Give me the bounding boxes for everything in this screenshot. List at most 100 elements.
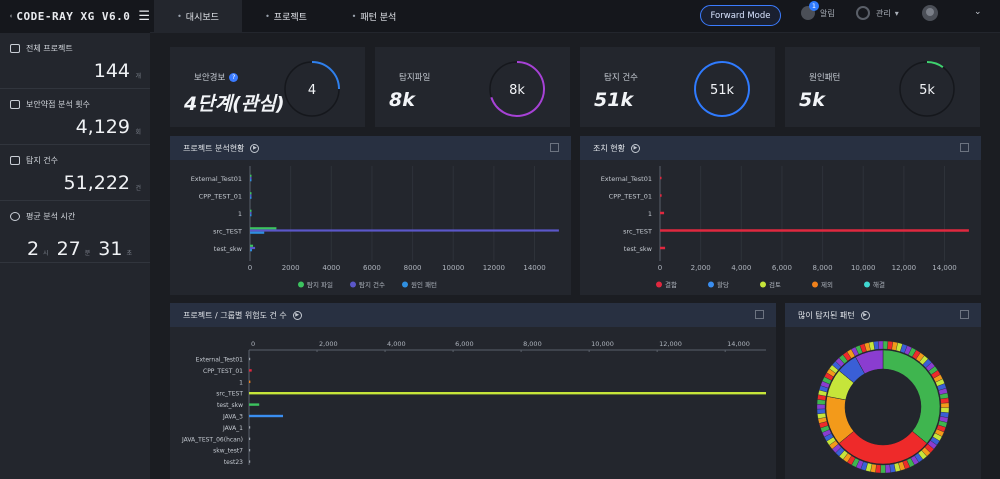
kpi-value: 4단계(관심) [184,93,285,115]
bar-chart-icon [10,100,20,109]
bar [660,211,665,215]
y-category-label: CPP_TEST_01 [199,193,242,201]
nav-tabs: • 대시보드 • 프로젝트 • 패턴 분석 [154,0,418,33]
outer-ring-slice [940,407,950,413]
outer-ring-slice [885,464,891,474]
kpi-label: 탐지 건수 [604,73,638,83]
x-tick-label: 6000 [363,264,381,272]
legend-label: 검토 [769,281,781,289]
action-status-chart: 0 2,000 4,000 6,000 8,000 10,000 12,000 14,000 E… [601,166,969,289]
x-tick-label: 8,000 [813,264,833,272]
stat-detection-count: 탐지 건수 51,222 건 [0,145,150,201]
x-tick-label: 8000 [404,264,422,272]
legend-marker [708,281,714,288]
external-link-icon[interactable] [960,310,969,319]
top-patterns-chart [816,340,950,474]
dot-icon: • [177,11,182,21]
x-tick-label: 0 [658,264,662,272]
outer-ring-slice [940,402,950,408]
kpi-label: 탐지파일 [399,73,431,83]
x-tick-label: 4,000 [731,264,751,272]
legend-label: 제외 [821,281,833,289]
bar [249,403,260,406]
y-category-label: CPP_TEST_01 [609,193,652,201]
legend-label: 탐지 파일 [307,280,333,289]
bar [250,246,256,250]
x-tick-label: 2,000 [319,340,338,348]
legend-label: 원인 패턴 [411,280,437,289]
y-category-label: JAVA_3 [222,414,243,421]
x-tick-label: 0 [248,264,252,272]
avatar[interactable] [922,5,938,21]
tab-dashboard[interactable]: • 대시보드 [154,0,242,33]
help-icon[interactable]: ? [229,72,239,82]
legend-marker [864,281,870,288]
tab-label: 프로젝트 [273,12,307,23]
stat-label: 보안약점 분석 횟수 [26,100,90,109]
bar [249,449,251,452]
y-category-label: test_skw [217,402,243,409]
kpi-security-alert: 보안경보? 4단계(관심) 4 [170,47,365,127]
seconds-unit: 초 [126,250,132,257]
forward-mode-button[interactable]: Forward Mode [700,5,781,26]
ring-value: 8k [509,83,525,98]
bar [249,437,251,440]
outer-ring-slice [878,340,884,350]
kpi-ring: 51k [694,61,751,117]
external-link-icon[interactable] [755,310,764,319]
x-tick-label: 14000 [523,264,545,272]
stat-value: 51,222 [63,172,130,194]
hours-unit: 시 [43,250,49,257]
x-tick-label: 6,000 [772,264,792,272]
legend-marker [402,281,408,288]
tab-pattern-analysis[interactable]: • 패턴 분석 [330,0,418,33]
y-category-label: 1 [238,210,242,218]
tab-label: 패턴 분석 [360,12,397,23]
y-category-label: skw_test7 [213,448,243,455]
logo[interactable]: CODE-RAY XG V6.0 ☰ [0,0,150,33]
legend-marker [812,281,818,288]
stat-label: 전체 프로젝트 [26,44,73,53]
clock-icon [10,212,20,221]
outer-ring-slice [940,397,950,404]
top-bar: CODE-RAY XG V6.0 ☰ • 대시보드 • 프로젝트 • 패턴 분석 Fo… [0,0,1000,33]
chevron-down-icon: ▾ [894,8,899,18]
play-icon[interactable]: ▶ [860,310,870,320]
bell-icon: 1 [801,1,819,20]
minutes-value: 27 [56,238,81,260]
alarm-button[interactable]: 1 알림 [801,1,835,20]
play-icon[interactable]: ▶ [250,143,260,153]
outer-ring-slice [816,404,826,410]
kpi-value: 8k [389,89,415,111]
copy-icon [10,44,20,53]
panel-risk-by-group: 프로젝트 / 그룹별 위험도 건 수 ▶ 0 2,000 4,000 6,000 8,00… [170,303,776,479]
user-menu-chevron-icon[interactable]: ⌄ [974,7,982,17]
play-icon[interactable]: ▶ [630,143,640,153]
bar [250,227,277,230]
y-category-label: External_Test01 [601,175,652,183]
stat-unit: 건 [135,185,141,192]
panel-title: 프로젝트 / 그룹별 위험도 건 수 [183,310,287,320]
y-category-label: 1 [239,379,243,386]
manage-menu[interactable]: 관리 ▾ [856,6,899,20]
play-icon[interactable]: ▶ [292,310,302,320]
y-category-label: JAVA_1 [222,425,243,432]
bar [249,414,284,418]
tab-label: 대시보드 [185,12,219,23]
x-tick-label: 12,000 [892,264,917,272]
ring-value: 5k [919,83,935,98]
menu-icon[interactable]: ☰ [138,9,150,24]
legend-label: 할당 [717,280,729,289]
legend-marker [656,281,662,288]
external-link-icon[interactable] [960,143,969,152]
legend-label: 결함 [665,280,677,289]
tab-project[interactable]: • 프로젝트 [242,0,330,33]
avg-time-value: 2시 27 분 31 초 [27,238,140,260]
bar [250,209,252,212]
x-tick-label: 10000 [442,264,464,272]
outer-ring-slice [882,340,889,350]
panel-title: 조치 현황 [593,143,625,153]
gear-icon [856,6,870,20]
external-link-icon[interactable] [550,143,559,152]
outer-ring-slice [880,464,886,474]
